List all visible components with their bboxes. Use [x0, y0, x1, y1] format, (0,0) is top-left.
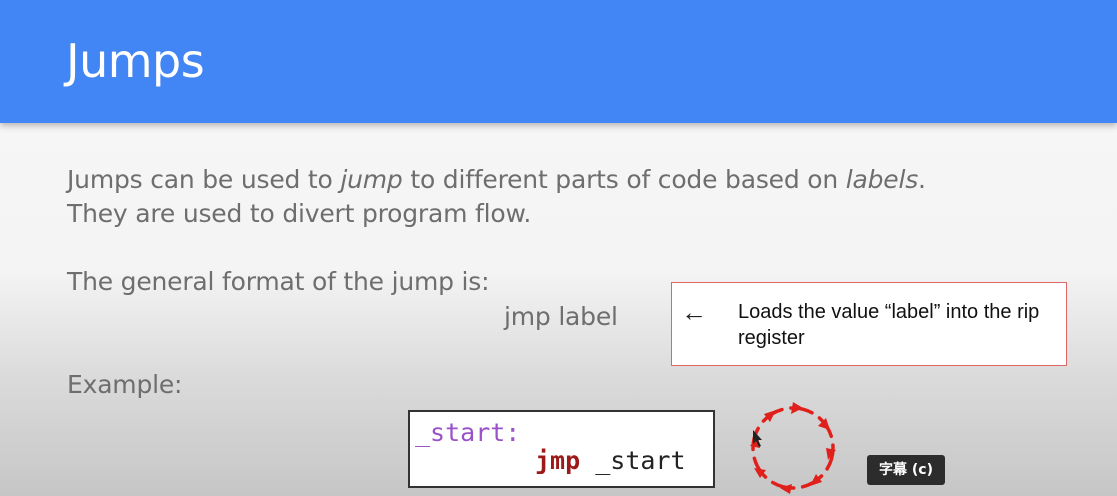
code-keyword: jmp: [535, 446, 581, 475]
intro-line-1-middle: to different parts of code based on: [402, 165, 846, 194]
jmp-syntax: jmp label: [504, 302, 618, 331]
captions-button[interactable]: 字幕 (c): [867, 455, 945, 485]
code-instruction-line: jmp _start: [535, 446, 686, 475]
annotation-box: ← Loads the value “label” into the rip r…: [671, 282, 1067, 366]
emphasis-labels: labels: [845, 165, 919, 194]
format-heading: The general format of the jump is:: [67, 267, 490, 296]
code-example: _start: jmp _start: [408, 410, 715, 488]
slide-header: Jumps: [0, 0, 1117, 123]
intro-line-1-end: .: [918, 165, 926, 194]
annotation-text: Loads the value “label” into the rip reg…: [738, 301, 1040, 349]
left-arrow-icon: ←: [681, 297, 707, 327]
example-heading: Example:: [67, 370, 183, 399]
spinner-icon: [750, 402, 836, 494]
intro-line-1: Jumps can be used to jump to different p…: [67, 165, 926, 194]
code-label-line: _start:: [415, 418, 521, 447]
intro-line-1-text: Jumps can be used to: [67, 165, 341, 194]
code-operand: _start: [595, 446, 686, 475]
emphasis-jump: jump: [340, 165, 403, 194]
slide-title: Jumps: [66, 34, 205, 88]
intro-line-2: They are used to divert program flow.: [67, 199, 532, 228]
